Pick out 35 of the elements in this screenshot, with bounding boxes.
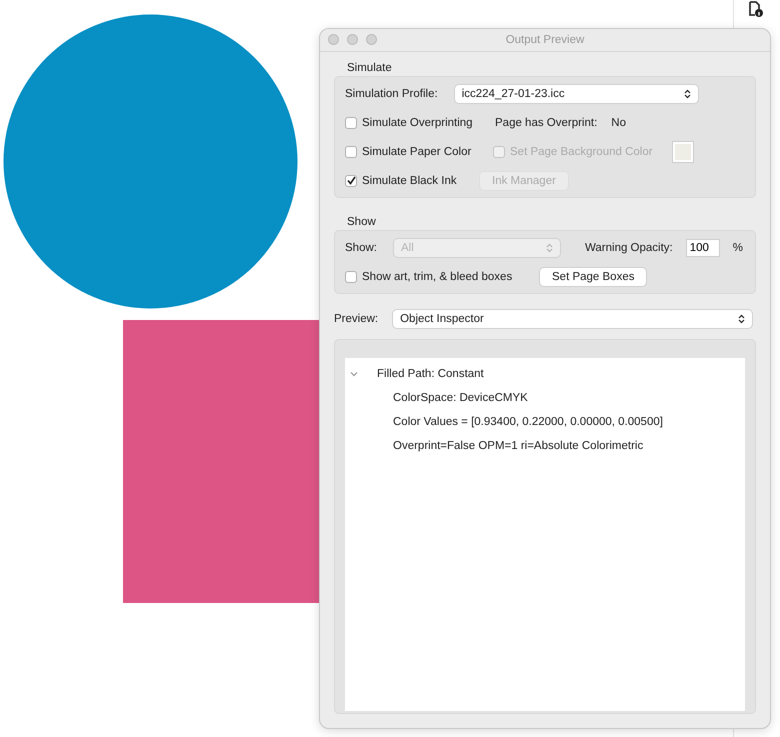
profile-select[interactable]: icc224_27-01-23.icc — [454, 84, 698, 102]
checkbox[interactable] — [345, 116, 357, 128]
stepper-icon — [684, 88, 691, 98]
minimize-button[interactable] — [347, 34, 358, 45]
stepper-icon — [546, 242, 553, 252]
unit-label: % — [732, 242, 743, 254]
set-page-boxes-button[interactable]: Set Page Boxes — [540, 268, 646, 286]
field-label: Show: — [345, 242, 377, 254]
field-label: Simulation Profile: — [345, 88, 438, 100]
chevron-icon[interactable] — [349, 369, 359, 379]
checkbox-label[interactable]: Simulate Black Ink — [362, 174, 457, 186]
preview-select[interactable]: Object Inspector — [393, 310, 752, 328]
field-label: Warning Opacity: — [584, 242, 673, 254]
tree-item[interactable]: ColorSpace: DeviceCMYK — [393, 392, 528, 404]
checkbox-label[interactable]: Simulate Overprinting — [362, 116, 473, 128]
section-heading: Show — [347, 216, 377, 228]
section-heading: Simulate — [347, 62, 393, 74]
tree-item[interactable]: Overprint=False OPM=1 ri=Absolute Colorimetric — [393, 440, 644, 452]
checkbox-label[interactable]: Show art, trim, & bleed boxes — [362, 270, 512, 282]
field-label: Preview: — [334, 312, 378, 324]
checkbox[interactable] — [345, 174, 357, 186]
field-label: Page has Overprint: — [495, 116, 598, 128]
field-value: No — [611, 116, 626, 128]
document-info-icon[interactable] — [746, 0, 764, 18]
opacity-field[interactable]: 100 — [686, 240, 719, 256]
checkbox[interactable] — [345, 270, 357, 282]
checkbox[interactable] — [345, 146, 357, 158]
checkbox-label[interactable]: Simulate Paper Color — [362, 146, 472, 158]
stepper-icon — [738, 314, 746, 324]
close-button[interactable] — [328, 34, 339, 45]
color-swatch[interactable] — [672, 142, 693, 162]
tree-item[interactable]: Filled Path: Constant — [377, 368, 484, 380]
tree-item[interactable]: Color Values = [0.93400, 0.22000, 0.00000, 0.00500] — [393, 416, 663, 428]
zoom-button[interactable] — [366, 34, 377, 45]
window-title: Output Preview — [506, 34, 584, 46]
